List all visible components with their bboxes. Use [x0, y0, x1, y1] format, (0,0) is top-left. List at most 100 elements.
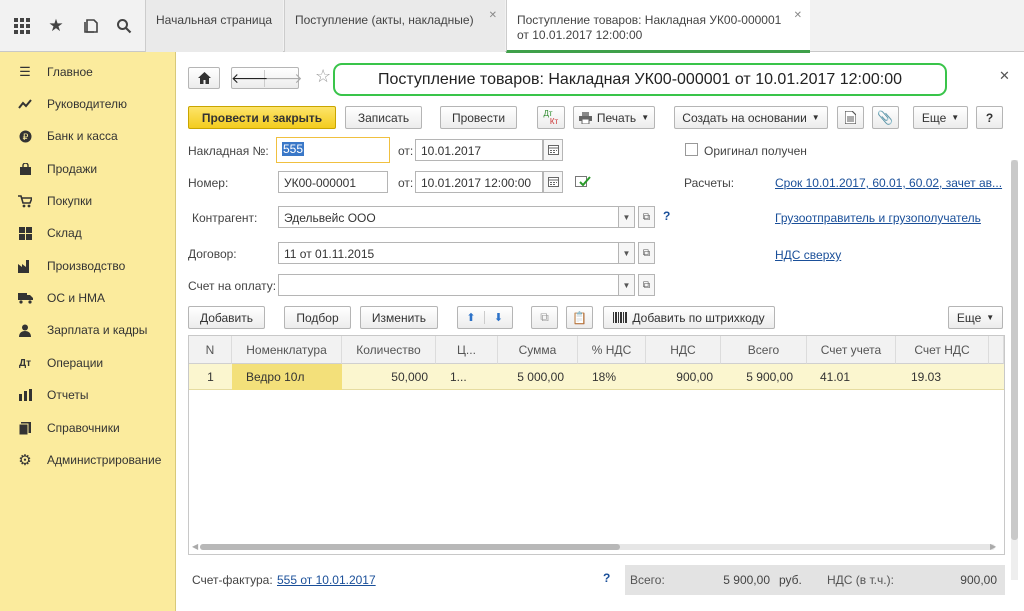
sidebar-item-payroll[interactable]: Зарплата и кадры [0, 314, 176, 346]
column-header-total[interactable]: Всего [721, 336, 807, 364]
tab-receipts-list[interactable]: Поступление (акты, накладные) ✕ [284, 0, 505, 52]
add-row-button[interactable]: Добавить [188, 306, 265, 329]
original-received-checkbox[interactable] [685, 143, 698, 156]
cell-quantity[interactable]: 50,000 [342, 364, 436, 390]
contract-input[interactable]: 11 от 01.11.2015 [278, 242, 619, 264]
sidebar-item-production[interactable]: Производство [0, 250, 176, 282]
column-header-vat-account[interactable]: Счет НДС [896, 336, 989, 364]
tab-home[interactable]: Начальная страница [145, 0, 283, 52]
contract-dropdown-button[interactable]: ▼ [618, 242, 635, 264]
back-arrow-icon[interactable]: 🡐 [231, 69, 269, 87]
horizontal-scrollbar-thumb[interactable] [200, 544, 620, 550]
add-by-barcode-button[interactable]: Добавить по штрихкоду [603, 306, 775, 329]
save-button[interactable]: Записать [345, 106, 422, 129]
column-header-vat-rate[interactable]: % НДС [578, 336, 646, 364]
star-icon[interactable]: ★ [44, 14, 68, 38]
print-button[interactable]: Печать ▼ [573, 106, 655, 129]
attach-button[interactable]: 📎 [872, 106, 899, 129]
contract-open-button[interactable]: ⧉ [638, 242, 655, 264]
cell-n[interactable]: 1 [189, 364, 232, 390]
home-button[interactable] [188, 67, 220, 89]
sidebar-item-manager[interactable]: Руководителю [0, 88, 176, 120]
cell-vat-rate[interactable]: 18% [578, 364, 646, 390]
post-button[interactable]: Провести [440, 106, 517, 129]
cell-account[interactable]: 41.01 [807, 364, 896, 390]
payment-invoice-input[interactable] [278, 274, 619, 296]
invoice-date-input[interactable]: 10.01.2017 [415, 139, 543, 161]
tab-current-document[interactable]: Поступление товаров: Накладная УК00-0000… [506, 0, 810, 53]
history-icon[interactable] [79, 14, 103, 38]
cell-total[interactable]: 5 900,00 [721, 364, 807, 390]
favorite-star-icon[interactable]: ☆ [315, 66, 331, 87]
cell-vat[interactable]: 900,00 [646, 364, 721, 390]
number-input[interactable]: УК00-000001 [278, 171, 388, 193]
post-and-close-button[interactable]: Провести и закрыть [188, 106, 336, 129]
scroll-left-icon[interactable]: ◀ [192, 542, 198, 551]
forward-arrow-icon[interactable]: 🡒 [265, 70, 303, 87]
cell-price[interactable]: 1... [436, 364, 498, 390]
cell-item[interactable]: Ведро 10л [232, 364, 342, 390]
counterparty-input[interactable]: Эдельвейс ООО [278, 206, 619, 228]
calendar-icon[interactable] [543, 139, 563, 161]
sidebar-item-sales[interactable]: Продажи [0, 153, 176, 185]
help-button[interactable]: ? [976, 106, 1003, 129]
invoice-number-input[interactable]: 555 [276, 137, 390, 163]
sidebar-item-admin[interactable]: ⚙ Администрирование [0, 444, 176, 476]
close-icon[interactable]: ✕ [489, 8, 497, 23]
create-based-on-button[interactable]: Создать на основании ▼ [674, 106, 828, 129]
vertical-scrollbar[interactable] [1011, 160, 1018, 580]
sidebar-item-warehouse[interactable]: Склад [0, 217, 176, 249]
sidebar-item-main[interactable]: ☰ Главное [0, 56, 176, 88]
shipper-consignee-link[interactable]: Грузоотправитель и грузополучатель [775, 211, 981, 225]
add-by-barcode-label: Добавить по штрихкоду [632, 310, 765, 325]
selection-button[interactable]: Подбор [284, 306, 351, 329]
payment-invoice-dropdown-button[interactable]: ▼ [618, 274, 635, 296]
column-header-vat[interactable]: НДС [646, 336, 721, 364]
sidebar-item-fixed-assets[interactable]: ОС и НМА [0, 282, 176, 314]
settlements-link[interactable]: Срок 10.01.2017, 60.01, 60.02, зачет ав.… [775, 176, 1005, 190]
cell-vat-account[interactable]: 19.03 [896, 364, 989, 390]
column-header-item[interactable]: Номенклатура [232, 336, 342, 364]
search-icon[interactable] [112, 14, 136, 38]
change-button[interactable]: Изменить [360, 306, 438, 329]
warehouse-icon [17, 225, 33, 241]
counterparty-help-icon[interactable]: ? [663, 209, 670, 223]
scroll-right-icon[interactable]: ▶ [990, 542, 996, 551]
sidebar-item-bank[interactable]: ₽ Банк и касса [0, 120, 176, 152]
vat-on-top-link[interactable]: НДС сверху [775, 248, 841, 262]
sidebar-item-label: Банк и касса [47, 129, 118, 143]
document-print-icon-button[interactable] [837, 106, 864, 129]
vertical-scrollbar-thumb[interactable] [1011, 160, 1018, 540]
move-up-icon[interactable]: ⬆ [458, 311, 486, 324]
payment-invoice-open-button[interactable]: ⧉ [638, 274, 655, 296]
paste-row-button[interactable]: 📋 [566, 306, 593, 329]
horizontal-scrollbar[interactable] [200, 544, 995, 550]
vat-invoice-link[interactable]: 555 от 10.01.2017 [277, 573, 376, 587]
sidebar-item-purchases[interactable]: Покупки [0, 185, 176, 217]
app-window: ★ Начальная страница Поступление (акты, … [0, 0, 1024, 611]
dt-kt-button[interactable]: Дт Кт [537, 106, 565, 129]
close-icon[interactable]: ✕ [794, 8, 802, 23]
column-header-account[interactable]: Счет учета [807, 336, 896, 364]
sidebar-item-reports[interactable]: Отчеты [0, 379, 176, 411]
calendar-icon[interactable] [543, 171, 563, 193]
counterparty-open-button[interactable]: ⧉ [638, 206, 655, 228]
column-header-quantity[interactable]: Количество [342, 336, 436, 364]
counterparty-dropdown-button[interactable]: ▼ [618, 206, 635, 228]
sidebar-item-operations[interactable]: Дт Операции [0, 347, 176, 379]
grid-icon[interactable] [10, 14, 34, 38]
cell-amount[interactable]: 5 000,00 [498, 364, 578, 390]
copy-row-button[interactable]: ⧉ [531, 306, 558, 329]
column-header-amount[interactable]: Сумма [498, 336, 578, 364]
back-forward-buttons: 🡐 🡒 [231, 67, 303, 89]
footer-help-icon[interactable]: ? [603, 571, 610, 585]
number-date-input[interactable]: 10.01.2017 12:00:00 [415, 171, 543, 193]
person-icon [17, 322, 33, 338]
move-down-icon[interactable]: ⬇ [485, 311, 512, 324]
close-form-icon[interactable]: ✕ [999, 68, 1010, 84]
column-header-n[interactable]: N [189, 336, 232, 364]
sidebar-item-catalogs[interactable]: Справочники [0, 412, 176, 444]
table-more-button[interactable]: Еще ▼ [948, 306, 1003, 329]
column-header-price[interactable]: Ц... [436, 336, 498, 364]
more-button[interactable]: Еще ▼ [913, 106, 968, 129]
